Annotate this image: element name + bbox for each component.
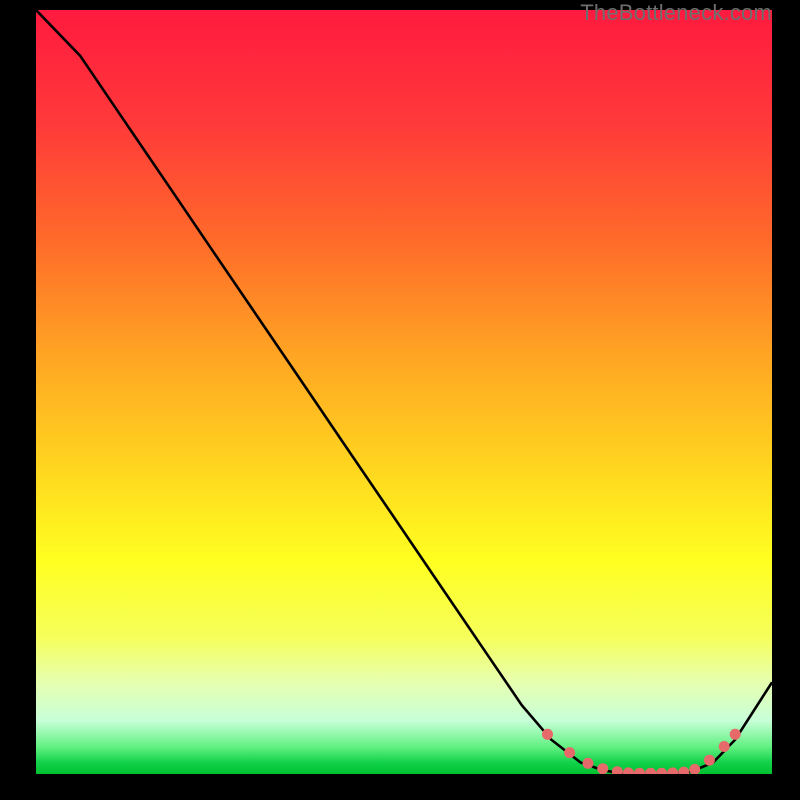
chart-frame xyxy=(36,10,772,774)
chart-svg xyxy=(36,10,772,774)
marker-dot xyxy=(542,729,553,740)
marker-dot xyxy=(564,747,575,758)
watermark-text: TheBottleneck.com xyxy=(580,0,772,26)
marker-dot xyxy=(730,729,741,740)
marker-dot xyxy=(704,755,715,766)
marker-dot xyxy=(583,758,594,769)
gradient-background xyxy=(36,10,772,774)
marker-dot xyxy=(597,763,608,774)
marker-dot xyxy=(719,741,730,752)
